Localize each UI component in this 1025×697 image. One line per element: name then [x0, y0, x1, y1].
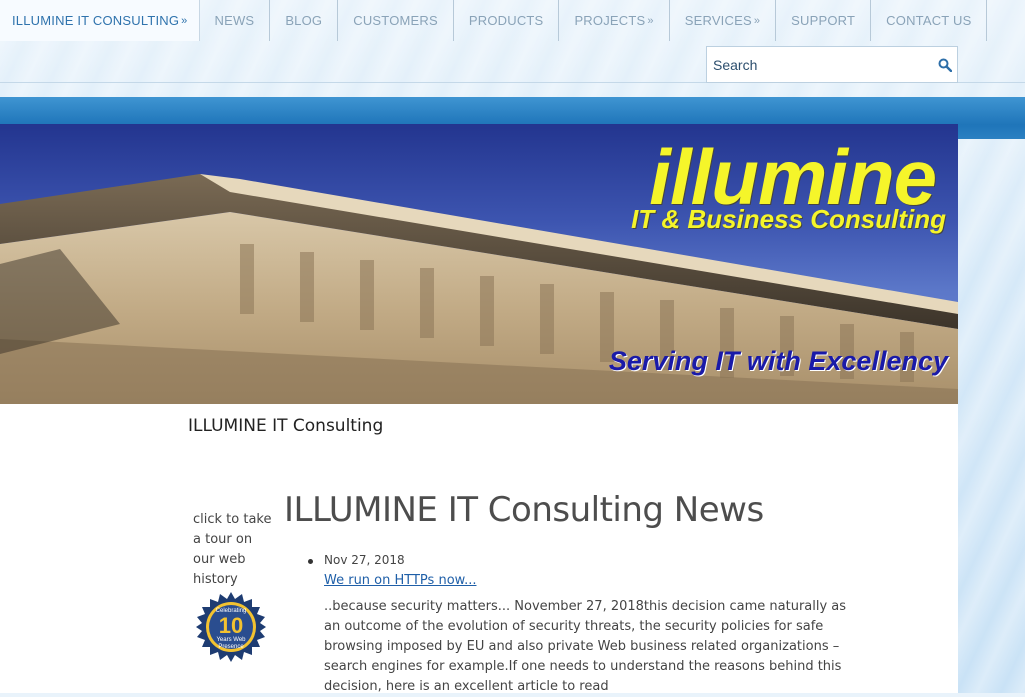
- nav-item-blog[interactable]: BLOG: [270, 0, 339, 41]
- nav-item-label: NEWS: [214, 13, 255, 28]
- header-band: [0, 97, 1025, 125]
- header-band-edge: [958, 125, 1025, 139]
- badge-line3: Presence: [218, 644, 244, 650]
- nav-item-label: CUSTOMERS: [353, 13, 438, 28]
- tour-link[interactable]: click to take a tour on our web history: [193, 510, 273, 590]
- anniversary-badge[interactable]: Celebrating 10 Years Web Presence: [194, 590, 268, 664]
- badge-number: 10: [219, 613, 243, 638]
- nav-item-contact-us[interactable]: CONTACT US: [871, 0, 988, 41]
- chevron-right-icon: »: [181, 14, 188, 27]
- search-icon: [938, 58, 952, 72]
- chevron-right-icon: »: [753, 14, 761, 27]
- nav-item-label: SERVICES: [684, 13, 752, 28]
- banner-subtitle: IT & Business Consulting: [631, 204, 946, 234]
- chevron-right-icon: »: [647, 14, 654, 27]
- hero-banner: illumine IT & Business Consulting Servin…: [0, 124, 958, 404]
- search-box: [706, 46, 958, 83]
- news-excerpt: ..because security matters... November 2…: [324, 599, 847, 694]
- nav-item-label: PRODUCTS: [468, 13, 544, 28]
- list-bullet: [308, 559, 313, 564]
- badge-line2: Years Web: [216, 637, 246, 643]
- news-heading: ILLUMINE IT Consulting News: [284, 490, 764, 530]
- nav-item-label: CONTACT US: [886, 13, 972, 28]
- nav-item-label: BLOG: [285, 13, 323, 28]
- nav-item-products[interactable]: PRODUCTS: [454, 0, 560, 41]
- search-input[interactable]: [707, 49, 933, 80]
- main-nav: ILLUMINE IT CONSULTING » NEWS BLOG CUSTO…: [0, 0, 988, 41]
- nav-item-label: SUPPORT: [791, 13, 856, 28]
- news-title-link[interactable]: We run on HTTPs now...: [324, 573, 476, 588]
- site-name: ILLUMINE IT Consulting: [188, 416, 384, 436]
- nav-item-services[interactable]: SERVICES »: [670, 0, 777, 41]
- banner-tagline: Serving IT with Excellency: [608, 346, 948, 376]
- badge-seal-icon: Celebrating 10 Years Web Presence: [196, 592, 266, 662]
- nav-item-projects[interactable]: PROJECTS »: [559, 0, 670, 41]
- search-button[interactable]: [933, 50, 957, 80]
- nav-item-support[interactable]: SUPPORT: [776, 0, 872, 41]
- nav-item-news[interactable]: NEWS: [200, 0, 271, 41]
- nav-item-label: ILLUMINE IT CONSULTING: [12, 13, 180, 28]
- nav-item-customers[interactable]: CUSTOMERS: [338, 0, 454, 41]
- nav-item-home[interactable]: ILLUMINE IT CONSULTING »: [0, 0, 200, 41]
- news-date: Nov 27, 2018: [324, 553, 405, 567]
- nav-item-label: PROJECTS: [574, 13, 646, 28]
